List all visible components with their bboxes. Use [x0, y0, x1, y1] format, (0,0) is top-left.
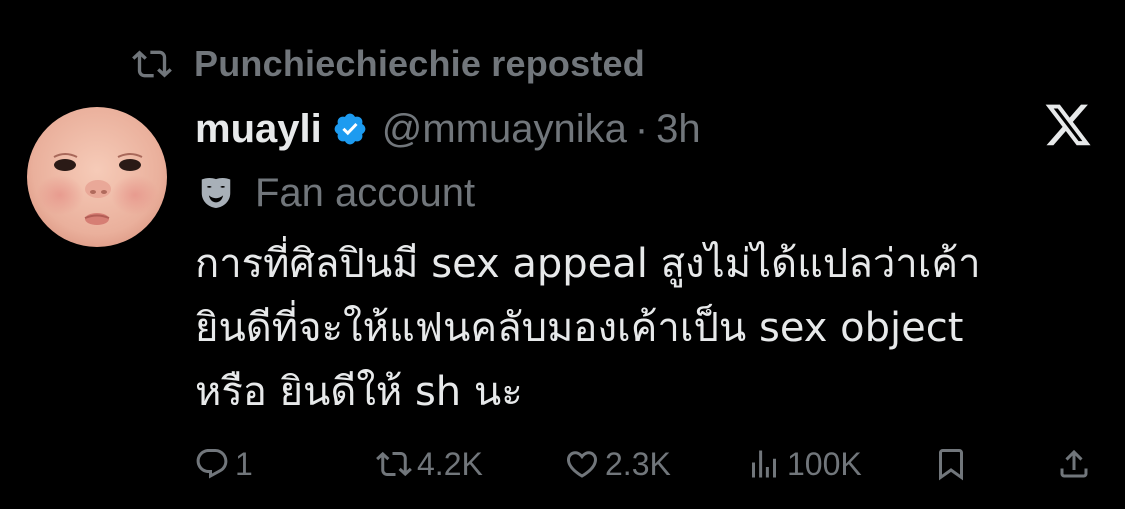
repost-icon [375, 445, 413, 483]
views-count: 100K [787, 445, 862, 482]
separator-dot: · [634, 106, 649, 151]
user-handle[interactable]: @mmuaynika [382, 107, 627, 152]
verified-badge-icon[interactable] [332, 111, 368, 147]
account-label-text: Fan account [255, 170, 476, 215]
share-icon [1055, 445, 1093, 483]
views-chart-icon [745, 445, 783, 483]
like-count: 2.3K [605, 445, 671, 482]
share-button[interactable] [1055, 440, 1093, 488]
reply-count: 1 [235, 445, 253, 482]
tweet-text-line: ยินดีที่จะให้แฟนคลับมองเค้าเป็น sex obje… [195, 305, 964, 351]
views-button[interactable]: 100K [745, 440, 862, 488]
x-logo-icon[interactable] [1043, 104, 1093, 152]
display-name[interactable]: muayli [195, 107, 322, 152]
theater-mask-icon [197, 174, 235, 212]
tweet-text-line: การที่ศิลปินมี sex appeal สูงไม่ได้แปลว่… [195, 241, 981, 287]
heart-icon [563, 445, 601, 483]
like-button[interactable]: 2.3K [563, 440, 671, 488]
reply-icon [193, 445, 231, 483]
repost-count: 4.2K [417, 445, 483, 482]
repost-button[interactable]: 4.2K [375, 440, 483, 488]
timestamp[interactable]: 3h [656, 107, 701, 152]
account-label[interactable]: Fan account [197, 168, 475, 218]
repost-icon [132, 44, 172, 84]
repost-banner[interactable]: Punchiechiechie reposted [132, 40, 645, 88]
tweet-header: muayli @mmuaynika · 3h [195, 104, 701, 154]
bookmark-button[interactable] [932, 440, 970, 488]
bookmark-icon [932, 445, 970, 483]
avatar[interactable] [27, 107, 167, 247]
repost-banner-label[interactable]: Punchiechiechie reposted [194, 43, 645, 85]
tweet-text-line: หรือ ยินดีให้ sh นะ [195, 369, 523, 415]
reply-button[interactable]: 1 [193, 440, 253, 488]
tweet-text: การที่ศิลปินมี sex appeal สูงไม่ได้แปลว่… [195, 232, 1095, 424]
